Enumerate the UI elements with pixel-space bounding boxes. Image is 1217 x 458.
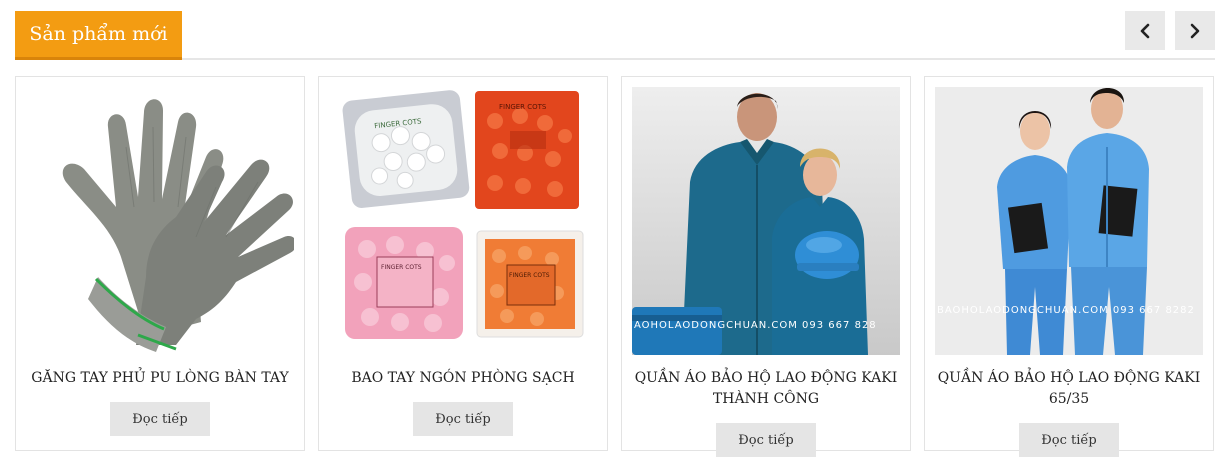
carousel-next-button[interactable] — [1175, 11, 1215, 50]
product-name[interactable]: QUẦN ÁO BẢO HỘ LAO ĐỘNG KAKI 65/35 — [935, 368, 1203, 410]
product-image-gloves[interactable] — [26, 87, 294, 355]
product-image-finger-cots[interactable]: FINGER COTS FINGER COTS FINGER COTS FING… — [329, 87, 597, 355]
product-name[interactable]: GĂNG TAY PHỦ PU LÒNG BÀN TAY — [26, 368, 294, 389]
product-name[interactable]: BAO TAY NGÓN PHÒNG SẠCH — [329, 368, 597, 389]
product-card: BAOHOLAODONGCHUAN.COM 093 667 8282 QUẦN … — [924, 76, 1214, 457]
header-divider — [15, 58, 1215, 60]
section-header: Sản phẩm mới — [15, 0, 1215, 62]
chevron-left-icon — [1140, 23, 1150, 38]
read-more-button[interactable]: Đọc tiếp — [1019, 423, 1119, 457]
carousel-prev-button[interactable] — [1125, 11, 1165, 50]
read-more-button[interactable]: Đọc tiếp — [413, 402, 513, 436]
image-watermark: AOHOLAODONGCHUAN.COM 093 667 828 — [634, 320, 877, 331]
bag-label: FINGER COTS — [509, 272, 550, 279]
image-watermark: BAOHOLAODONGCHUAN.COM 093 667 8282 — [937, 305, 1195, 316]
product-card: AOHOLAODONGCHUAN.COM 093 667 828 QUẦN ÁO… — [621, 76, 911, 457]
section-title-tab: Sản phẩm mới — [15, 11, 182, 60]
product-card: FINGER COTS FINGER COTS FINGER COTS FING… — [318, 76, 608, 451]
product-name[interactable]: QUẦN ÁO BẢO HỘ LAO ĐỘNG KAKI THÀNH CÔNG — [632, 368, 900, 410]
bag-label: FINGER COTS — [381, 264, 422, 271]
product-image-blue-uniform[interactable]: BAOHOLAODONGCHUAN.COM 093 667 8282 — [935, 87, 1203, 355]
read-more-button[interactable]: Đọc tiếp — [716, 423, 816, 457]
chevron-right-icon — [1190, 23, 1200, 38]
read-more-button[interactable]: Đọc tiếp — [110, 402, 210, 436]
bag-label: FINGER COTS — [499, 103, 547, 111]
section-title: Sản phẩm mới — [29, 23, 168, 45]
product-card: GĂNG TAY PHỦ PU LÒNG BÀN TAY Đọc tiếp — [15, 76, 305, 451]
product-image-teal-uniform[interactable]: AOHOLAODONGCHUAN.COM 093 667 828 — [632, 87, 900, 355]
